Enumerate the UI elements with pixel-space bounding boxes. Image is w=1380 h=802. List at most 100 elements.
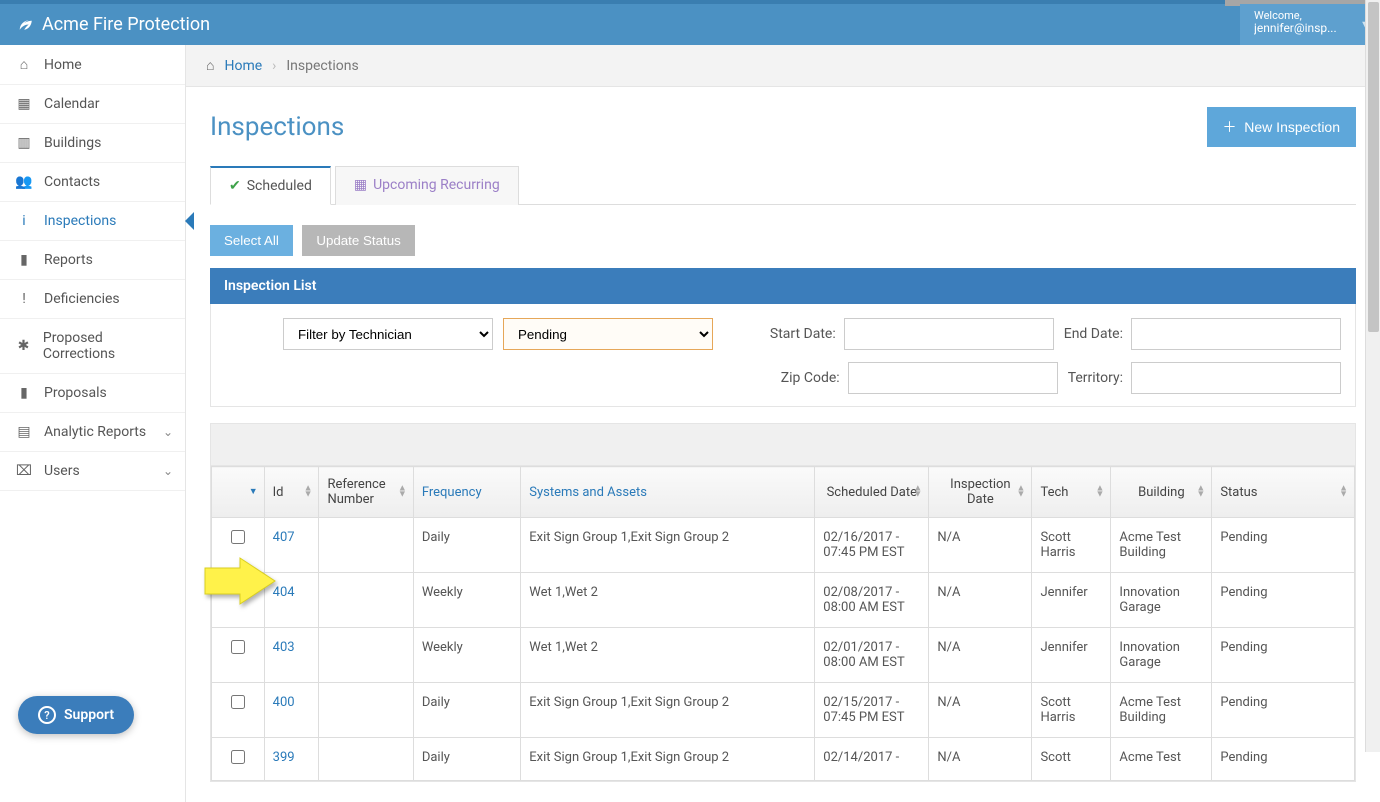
table-row: 404WeeklyWet 1,Wet 202/08/2017 - 08:00 A…	[212, 573, 1355, 628]
sort-icon: ▲▼	[304, 486, 313, 499]
sidebar-item-analytic-reports[interactable]: ▤Analytic Reports⌄	[0, 413, 185, 452]
inspection-id-link[interactable]: 407	[273, 530, 295, 545]
col-status[interactable]: Status▲▼	[1212, 467, 1355, 518]
cell-ref	[319, 518, 413, 573]
tab-upcoming-recurring[interactable]: ▦Upcoming Recurring	[335, 166, 519, 205]
cell-systems: Exit Sign Group 1,Exit Sign Group 2	[521, 518, 815, 573]
cell-inspection-date: N/A	[929, 573, 1032, 628]
brand-title: Acme Fire Protection	[42, 14, 210, 35]
sort-icon: ▲▼	[398, 486, 407, 499]
cell-ref	[319, 738, 413, 781]
cell-inspection-date: N/A	[929, 518, 1032, 573]
cell-inspection-date: N/A	[929, 683, 1032, 738]
cell-ref	[319, 683, 413, 738]
cell-inspection-date: N/A	[929, 628, 1032, 683]
cell-frequency: Daily	[413, 683, 520, 738]
cell-frequency: Daily	[413, 518, 520, 573]
col-inspection-date[interactable]: Inspection Date▲▼	[929, 467, 1032, 518]
cell-id: 399	[264, 738, 319, 781]
breadcrumb-sep: ›	[272, 58, 276, 74]
row-checkbox[interactable]	[231, 530, 245, 544]
start-date-input[interactable]	[844, 318, 1054, 350]
new-inspection-button[interactable]: ＋ New Inspection	[1207, 107, 1357, 147]
sidebar-item-label: Reports	[44, 252, 93, 268]
sidebar-item-deficiencies[interactable]: !Deficiencies	[0, 280, 185, 319]
cell-status: Pending	[1212, 738, 1355, 781]
sidebar-icon: ⌂	[14, 56, 34, 73]
inspection-id-link[interactable]: 400	[273, 695, 295, 710]
cell-systems: Wet 1,Wet 2	[521, 573, 815, 628]
table-wrap: ▼ Id▲▼ Reference Number▲▼ Frequency Syst…	[210, 423, 1356, 782]
cell-scheduled: 02/08/2017 - 08:00 AM EST	[815, 573, 929, 628]
inspection-id-link[interactable]: 399	[273, 750, 295, 765]
cell-tech: Scott	[1032, 738, 1111, 781]
col-tech[interactable]: Tech▲▼	[1032, 467, 1111, 518]
sort-icon: ▲▼	[1339, 486, 1348, 499]
cell-scheduled: 02/15/2017 - 07:45 PM EST	[815, 683, 929, 738]
col-ref[interactable]: Reference Number▲▼	[319, 467, 413, 518]
row-checkbox[interactable]	[231, 750, 245, 764]
col-frequency[interactable]: Frequency	[413, 467, 520, 518]
cell-id: 400	[264, 683, 319, 738]
cell-building: Acme Test Building	[1111, 683, 1212, 738]
cell-frequency: Daily	[413, 738, 520, 781]
cell-id: 403	[264, 628, 319, 683]
cell-tech: Scott Harris	[1032, 518, 1111, 573]
inspection-table: ▼ Id▲▼ Reference Number▲▼ Frequency Syst…	[211, 466, 1355, 781]
cell-frequency: Weekly	[413, 628, 520, 683]
sidebar-item-proposed-corrections[interactable]: ✱Proposed Corrections	[0, 319, 185, 374]
chevron-down-icon: ⌄	[163, 464, 173, 478]
col-building[interactable]: Building▲▼	[1111, 467, 1212, 518]
calendar-icon: ▦	[354, 177, 367, 193]
cell-building: Innovation Garage	[1111, 573, 1212, 628]
inspection-id-link[interactable]: 403	[273, 640, 295, 655]
col-systems[interactable]: Systems and Assets	[521, 467, 815, 518]
row-checkbox[interactable]	[231, 695, 245, 709]
cell-scheduled: 02/01/2017 - 08:00 AM EST	[815, 628, 929, 683]
sidebar-item-reports[interactable]: ▮Reports	[0, 241, 185, 280]
row-checkbox[interactable]	[231, 640, 245, 654]
cell-systems: Exit Sign Group 1,Exit Sign Group 2	[521, 683, 815, 738]
top-bar: Acme Fire Protection Welcome, jennifer@i…	[0, 0, 1380, 45]
sidebar-item-users[interactable]: ⌧Users⌄	[0, 452, 185, 491]
sidebar-item-calendar[interactable]: ▦Calendar	[0, 85, 185, 124]
sidebar-item-label: Deficiencies	[44, 291, 120, 307]
col-id[interactable]: Id▲▼	[264, 467, 319, 518]
cell-tech: Scott Harris	[1032, 683, 1111, 738]
sidebar-item-home[interactable]: ⌂Home	[0, 45, 185, 85]
territory-input[interactable]	[1131, 362, 1341, 394]
breadcrumb-home[interactable]: Home	[224, 58, 262, 74]
col-checkbox[interactable]: ▼	[212, 467, 265, 518]
tab-scheduled[interactable]: ✔ Scheduled	[210, 166, 331, 205]
check-icon: ✔	[229, 178, 241, 194]
sidebar-icon: i	[14, 213, 34, 229]
cell-building: Innovation Garage	[1111, 628, 1212, 683]
sidebar-item-buildings[interactable]: ▥ Buildings	[0, 124, 185, 163]
zip-input[interactable]	[848, 362, 1058, 394]
sidebar-item-label: Users	[44, 463, 80, 479]
breadcrumb: ⌂ Home › Inspections	[186, 45, 1380, 87]
sidebar-icon: ▮	[14, 385, 34, 401]
sidebar-item-label: Buildings	[44, 135, 101, 151]
page-title: Inspections	[210, 112, 344, 142]
select-all-button[interactable]: Select All	[210, 225, 293, 256]
filter-status-select[interactable]: Pending	[503, 318, 713, 350]
sidebar-item-label: Proposed Corrections	[43, 330, 171, 362]
sidebar-item-inspections[interactable]: iInspections	[0, 202, 185, 241]
col-scheduled-date[interactable]: Scheduled Date▲▼	[815, 467, 929, 518]
sidebar-item-proposals[interactable]: ▮Proposals	[0, 374, 185, 413]
start-date-label: Start Date:	[770, 326, 836, 342]
sidebar-icon: ▥	[14, 135, 34, 151]
user-menu[interactable]: Welcome, jennifer@insp... ▼	[1240, 4, 1380, 45]
sidebar-item-contacts[interactable]: 👥Contacts	[0, 163, 185, 202]
row-checkbox-cell	[212, 683, 265, 738]
cell-status: Pending	[1212, 518, 1355, 573]
end-date-input[interactable]	[1131, 318, 1341, 350]
support-button[interactable]: ? Support	[18, 696, 134, 734]
cell-ref	[319, 573, 413, 628]
filter-technician-select[interactable]: Filter by Technician	[283, 318, 493, 350]
tab-scheduled-label: Scheduled	[247, 178, 312, 194]
scrollbar[interactable]	[1365, 0, 1380, 752]
cell-tech: Jennifer	[1032, 628, 1111, 683]
update-status-button[interactable]: Update Status	[302, 225, 414, 256]
